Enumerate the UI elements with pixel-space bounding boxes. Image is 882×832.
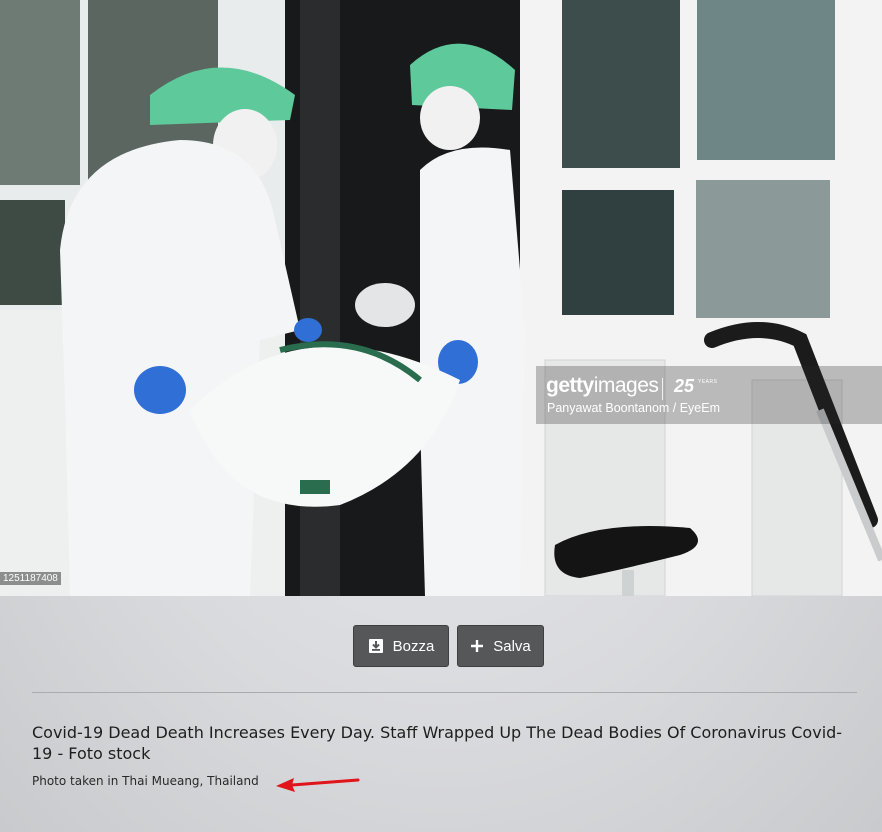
photo-credit: Panyawat Boontanom / EyeEm: [547, 401, 721, 415]
image-title: Covid-19 Dead Death Increases Every Day.…: [32, 723, 843, 763]
photo-illustration: [0, 0, 882, 596]
red-arrow-icon: [272, 772, 362, 801]
download-box-icon: [368, 638, 384, 654]
draft-label: Bozza: [392, 637, 435, 655]
anniversary-badge: 25: [674, 376, 695, 396]
getty-logo: gettyimages: [546, 374, 659, 397]
getty-watermark: gettyimages 25 YEARS Panyawat Boontanom …: [536, 366, 882, 424]
anniversary-years: YEARS: [698, 379, 718, 385]
draft-button[interactable]: Bozza: [353, 625, 449, 667]
image-id: 1251187408: [0, 572, 61, 585]
save-button[interactable]: Salva: [457, 625, 544, 667]
watermark-separator: [662, 378, 663, 400]
stock-photo[interactable]: gettyimages 25 YEARS Panyawat Boontanom …: [0, 0, 882, 596]
image-caption: Photo taken in Thai Mueang, Thailand: [32, 774, 259, 788]
divider: [32, 692, 857, 693]
save-label: Salva: [493, 637, 531, 655]
plus-icon: [470, 639, 484, 653]
